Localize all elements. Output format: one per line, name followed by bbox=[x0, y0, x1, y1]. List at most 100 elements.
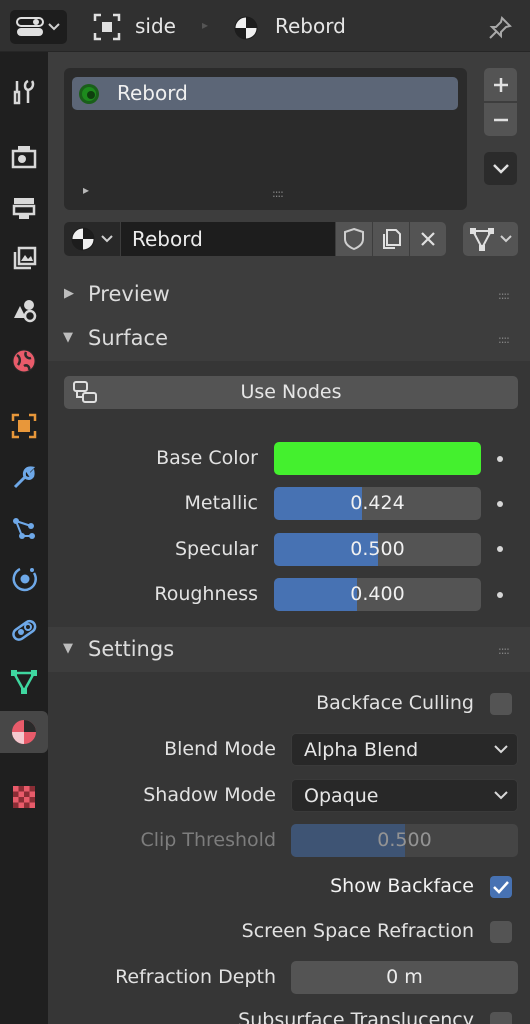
tab-scene[interactable] bbox=[0, 289, 48, 331]
panel-drag-handle[interactable]: :::: bbox=[498, 333, 510, 346]
roughness-slider[interactable]: 0.400 bbox=[274, 578, 481, 611]
plus-icon bbox=[493, 77, 508, 92]
output-icon bbox=[12, 198, 36, 219]
slot-specials-button[interactable] bbox=[484, 152, 517, 185]
chevron-down-icon bbox=[492, 163, 509, 174]
blend-mode-value: Alpha Blend bbox=[304, 739, 419, 761]
shadow-mode-label: Shadow Mode bbox=[143, 784, 276, 806]
keyframe-dot-icon[interactable] bbox=[497, 456, 503, 462]
tab-physics[interactable] bbox=[0, 558, 48, 600]
tab-tool[interactable] bbox=[0, 71, 48, 113]
breadcrumb-separator-icon: ▸ bbox=[202, 18, 209, 32]
specular-label: Specular bbox=[174, 538, 258, 560]
editor-type-button[interactable] bbox=[10, 10, 67, 44]
tab-render[interactable] bbox=[0, 136, 48, 178]
duplicate-icon bbox=[383, 229, 401, 249]
ssr-label: Screen Space Refraction bbox=[241, 920, 474, 942]
base-color-swatch[interactable] bbox=[274, 442, 481, 475]
material-icon bbox=[234, 16, 258, 40]
material-slot-label: Rebord bbox=[117, 81, 188, 105]
refraction-depth-label: Refraction Depth bbox=[115, 966, 276, 988]
show-backface-checkbox[interactable] bbox=[490, 876, 512, 898]
tab-modifier[interactable] bbox=[0, 456, 48, 498]
object-props-icon bbox=[11, 413, 37, 439]
tab-world[interactable] bbox=[0, 340, 48, 382]
metallic-value: 0.424 bbox=[350, 492, 405, 514]
material-browse-icon bbox=[71, 227, 95, 251]
keyframe-dot-icon[interactable] bbox=[497, 546, 503, 552]
settings-panel-header[interactable]: ▼ Settings :::: bbox=[48, 628, 530, 672]
backface-culling-checkbox[interactable] bbox=[490, 693, 512, 715]
add-slot-button[interactable] bbox=[484, 68, 517, 101]
browse-material-button[interactable] bbox=[64, 222, 120, 256]
minus-icon bbox=[493, 118, 508, 121]
object-icon bbox=[93, 13, 121, 41]
metallic-slider[interactable]: 0.424 bbox=[274, 487, 481, 520]
chevron-down-icon bbox=[48, 23, 60, 31]
object-data-icon bbox=[11, 670, 37, 694]
specular-value: 0.500 bbox=[350, 538, 405, 560]
close-icon bbox=[421, 232, 435, 246]
tool-icon bbox=[13, 79, 35, 105]
texture-icon bbox=[13, 786, 35, 808]
properties-editor-icon bbox=[16, 17, 44, 36]
chevron-down-icon bbox=[494, 745, 508, 754]
tab-object-data[interactable] bbox=[0, 660, 48, 702]
chevron-down-icon bbox=[494, 791, 508, 800]
constraints-icon bbox=[12, 619, 37, 641]
tab-object[interactable] bbox=[0, 405, 48, 447]
panel-drag-handle[interactable]: :::: bbox=[498, 644, 510, 657]
mesh-data-icon bbox=[470, 228, 494, 251]
keyframe-dot-icon[interactable] bbox=[497, 501, 503, 507]
tab-constraints[interactable] bbox=[0, 609, 48, 651]
collapsed-arrow-icon: ▶ bbox=[64, 286, 74, 301]
particles-icon bbox=[13, 518, 35, 539]
list-filter-toggle-icon[interactable]: ▸ bbox=[83, 183, 89, 197]
slot-link-button[interactable] bbox=[463, 222, 518, 256]
blend-mode-dropdown[interactable]: Alpha Blend bbox=[291, 733, 518, 766]
backface-culling-label: Backface Culling bbox=[316, 692, 474, 714]
chevron-down-icon bbox=[500, 235, 512, 243]
tab-texture[interactable] bbox=[0, 776, 48, 818]
render-icon bbox=[11, 146, 37, 169]
subsurface-translucency-checkbox[interactable] bbox=[490, 1012, 512, 1024]
roughness-value: 0.400 bbox=[350, 583, 405, 605]
metallic-label: Metallic bbox=[184, 492, 258, 514]
ssr-checkbox[interactable] bbox=[490, 921, 512, 943]
clip-threshold-slider[interactable]: 0.500 bbox=[291, 824, 518, 857]
panel-drag-handle[interactable]: :::: bbox=[498, 289, 510, 302]
shadow-mode-dropdown[interactable]: Opaque bbox=[291, 779, 518, 812]
breadcrumb-material: Rebord bbox=[275, 14, 346, 38]
keyframe-dot-icon[interactable] bbox=[497, 592, 503, 598]
specular-slider[interactable]: 0.500 bbox=[274, 533, 481, 566]
blend-mode-label: Blend Mode bbox=[164, 738, 276, 760]
unlink-material-button[interactable] bbox=[410, 222, 446, 256]
material-sphere-icon bbox=[79, 84, 99, 104]
surface-panel-header[interactable]: ▼ Surface :::: bbox=[48, 317, 530, 361]
chevron-down-icon bbox=[101, 235, 113, 243]
checkmark-icon bbox=[493, 881, 509, 894]
tab-view-layer[interactable] bbox=[0, 238, 48, 280]
tab-particles[interactable] bbox=[0, 507, 48, 549]
fake-user-button[interactable] bbox=[336, 222, 372, 256]
show-backface-label: Show Backface bbox=[330, 875, 474, 897]
use-nodes-button[interactable]: Use Nodes bbox=[64, 376, 518, 409]
preview-panel-header[interactable]: ▶ Preview :::: bbox=[48, 273, 530, 317]
world-icon bbox=[12, 349, 36, 373]
material-name-field[interactable]: Rebord bbox=[121, 222, 335, 256]
refraction-depth-field[interactable]: 0 m bbox=[291, 961, 518, 994]
physics-icon bbox=[12, 567, 37, 592]
subsurface-translucency-label: Subsurface Translucency bbox=[238, 1009, 474, 1024]
material-name-text: Rebord bbox=[132, 227, 203, 251]
tab-material[interactable] bbox=[0, 711, 48, 753]
material-tab-icon bbox=[12, 720, 36, 744]
pin-icon[interactable] bbox=[487, 15, 513, 41]
duplicate-material-button[interactable] bbox=[373, 222, 409, 256]
settings-panel-title: Settings bbox=[88, 637, 175, 661]
preview-panel-title: Preview bbox=[88, 282, 170, 306]
material-slot-item[interactable]: Rebord bbox=[72, 77, 458, 110]
remove-slot-button[interactable] bbox=[484, 103, 517, 136]
tab-output[interactable] bbox=[0, 187, 48, 229]
list-resize-handle[interactable]: :::: bbox=[272, 187, 284, 200]
expanded-arrow-icon: ▼ bbox=[63, 641, 73, 656]
